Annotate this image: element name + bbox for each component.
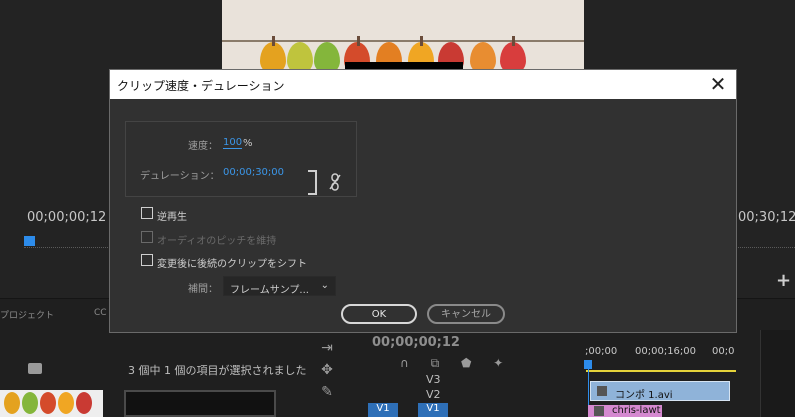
plus-icon[interactable]: + (776, 270, 791, 291)
preview-leaf (500, 42, 526, 72)
maintain-pitch-checkbox (141, 231, 153, 243)
interpolation-value: フレームサンプ... (230, 285, 309, 296)
clip-speed-duration-dialog: クリップ速度・デュレーション ✕ 速度： 100 % デュレーション： 00;0… (110, 70, 736, 332)
premiere-window: 00;00;00;12 00;30;12 + プロジェクト CC 3 個中 1 … (0, 0, 795, 417)
chevron-down-icon: ⌄ (320, 280, 329, 291)
close-icon[interactable]: ✕ (707, 73, 729, 95)
clip-name: コンポ 1.avi (615, 390, 673, 401)
preview-leaf (314, 42, 340, 72)
tab-cc[interactable]: CC (94, 308, 107, 318)
ripple-edit-icon[interactable]: ⇥ (310, 340, 344, 356)
work-area-bar[interactable] (586, 370, 736, 372)
audio-meter-panel (760, 330, 795, 417)
preview-leaf (287, 42, 313, 72)
preview-pin (357, 36, 360, 46)
preview-leaf (58, 392, 74, 414)
cancel-button[interactable]: キャンセル (427, 304, 505, 324)
preview-pin (512, 36, 515, 46)
clip-name: chris-lawt (612, 405, 661, 416)
preview-leaf (76, 392, 92, 414)
track-v1-source[interactable]: V1 (368, 403, 398, 417)
preview-leaf (4, 392, 20, 414)
track-v3[interactable]: V3 (426, 373, 441, 386)
selection-status: 3 個中 1 個の項目が選択されました (128, 364, 307, 377)
video-preview (222, 0, 584, 72)
project-thumbnail-selected[interactable] (124, 390, 276, 417)
ruler-tick-label: ;00;00 (585, 346, 618, 357)
tab-project[interactable]: プロジェクト (0, 308, 54, 321)
clip-fx-icon (597, 386, 607, 396)
dialog-titlebar[interactable]: クリップ速度・デュレーション ✕ (110, 70, 736, 99)
preview-pin (272, 36, 275, 46)
folder-icon[interactable] (28, 363, 42, 374)
preview-leaf (40, 392, 56, 414)
tools-panel: ⇥ ✥ ✎ (310, 340, 344, 417)
preview-leaf (22, 392, 38, 414)
ruler-tick-label: 00;0 (712, 346, 735, 357)
snap-icon[interactable]: ∩ (400, 356, 409, 370)
razor-icon[interactable]: ✎ (310, 384, 344, 400)
timeline-toolbar: ∩ ⧉ ⬟ ✦ (400, 356, 530, 370)
move-icon[interactable]: ✥ (310, 362, 344, 378)
speed-duration-group (125, 121, 357, 197)
source-ruler[interactable] (24, 244, 114, 248)
interpolation-label: 補間： (188, 284, 218, 295)
clip-comp[interactable]: コンポ 1.avi (590, 381, 730, 401)
duration-input[interactable]: 00;00;30;00 (223, 167, 284, 178)
reverse-checkbox[interactable] (141, 207, 153, 219)
track-v2[interactable]: V2 (426, 388, 441, 401)
link-bracket (308, 170, 317, 195)
speed-unit: % (243, 138, 253, 149)
link-toggle-icon[interactable] (328, 173, 342, 191)
link-icon[interactable]: ⧉ (431, 356, 440, 370)
source-timecode[interactable]: 00;00;00;12 (27, 210, 106, 225)
sequence-timecode[interactable]: 00;00;00;12 (372, 335, 460, 350)
wrench-icon[interactable]: ✦ (493, 356, 503, 370)
duration-label: デュレーション： (140, 171, 220, 182)
interpolation-dropdown[interactable]: フレームサンプ... ⌄ (223, 276, 336, 296)
speed-input[interactable]: 100 (223, 137, 243, 149)
preview-pin (420, 36, 423, 46)
speed-label: 速度： (188, 141, 218, 152)
reverse-label: 逆再生 (157, 212, 187, 223)
program-ruler[interactable] (738, 244, 795, 248)
dialog-title: クリップ速度・デュレーション (117, 79, 285, 93)
clip-fx-icon (594, 406, 604, 416)
clip-chris[interactable]: chris-lawt (588, 405, 662, 417)
track-v1[interactable]: V1 (418, 403, 448, 417)
marker-icon[interactable]: ⬟ (461, 356, 471, 370)
preview-leaf (260, 42, 286, 72)
ripple-edit-checkbox[interactable] (141, 254, 153, 266)
ripple-edit-label: 変更後に後続のクリップをシフト (157, 259, 307, 270)
maintain-pitch-label: オーディオのピッチを維持 (157, 236, 277, 247)
ruler-tick-label: 00;00;16;00 (635, 346, 697, 357)
program-timecode[interactable]: 00;30;12 (738, 210, 795, 225)
ok-button[interactable]: OK (341, 304, 417, 324)
project-thumbnail[interactable] (0, 390, 103, 417)
preview-leaf (470, 42, 496, 72)
